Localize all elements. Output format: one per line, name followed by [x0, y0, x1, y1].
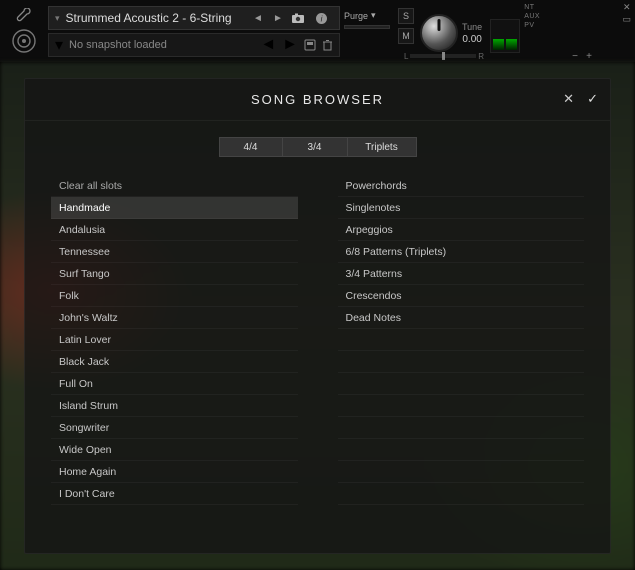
song-item[interactable]: Surf Tango — [51, 263, 298, 285]
chevron-down-icon: ▾ — [371, 10, 376, 21]
voice-minus-icon[interactable]: − — [569, 51, 581, 62]
pan-right-label: R — [478, 52, 484, 61]
instrument-name-row: ▾ Strummed Acoustic 2 - 6-String ◄ ► i — [48, 6, 340, 30]
snapshot-save-icon[interactable] — [304, 39, 316, 51]
song-item[interactable]: Wide Open — [51, 439, 298, 461]
pattern-item-empty — [338, 351, 585, 373]
pattern-item[interactable]: 3/4 Patterns — [338, 263, 585, 285]
filter-4-4[interactable]: 4/4 — [219, 137, 283, 157]
pattern-item[interactable]: Arpeggios — [338, 219, 585, 241]
song-item[interactable]: Andalusia — [51, 219, 298, 241]
memory-meter — [344, 25, 390, 29]
filter-3-4[interactable]: 3/4 — [283, 137, 347, 157]
panel-close-icon[interactable]: ✕ — [563, 91, 574, 107]
snapshot-next-icon[interactable]: ► — [282, 36, 298, 54]
pattern-item-empty — [338, 395, 585, 417]
pan-slider[interactable] — [410, 54, 476, 58]
pattern-item-empty — [338, 417, 585, 439]
pattern-item-empty — [338, 439, 585, 461]
song-item[interactable]: Black Jack — [51, 351, 298, 373]
song-item[interactable]: Full On — [51, 373, 298, 395]
pattern-item-empty — [338, 483, 585, 505]
song-item[interactable]: Folk — [51, 285, 298, 307]
purge-menu[interactable]: Purge ▾ — [344, 10, 376, 21]
song-item[interactable]: Songwriter — [51, 417, 298, 439]
panel-confirm-icon[interactable]: ✓ — [587, 91, 598, 107]
svg-text:i: i — [321, 14, 323, 23]
expand-icon[interactable]: ▾ — [55, 13, 60, 24]
prev-preset-icon[interactable]: ◄ — [251, 13, 265, 24]
pattern-list: PowerchordsSinglenotesArpeggios6/8 Patte… — [338, 175, 585, 543]
clear-all-slots[interactable]: Clear all slots — [51, 175, 298, 197]
snapshot-prev-icon[interactable]: ◄ — [260, 36, 276, 54]
instrument-name-panel: ▾ Strummed Acoustic 2 - 6-String ◄ ► i ▾… — [48, 0, 340, 62]
panel-header: SONG BROWSER ✕ ✓ — [25, 79, 610, 121]
snapshot-camera-icon[interactable] — [291, 13, 309, 24]
header-side-labels: NT AUX PV — [524, 0, 540, 62]
output-meter — [490, 19, 520, 53]
ni-logo-icon — [11, 28, 37, 54]
next-preset-icon[interactable]: ► — [271, 13, 285, 24]
filter-triplets[interactable]: Triplets — [347, 137, 417, 157]
purge-label: Purge — [344, 11, 368, 21]
tune-value: 0.00 — [462, 34, 482, 45]
side-label-pv[interactable]: PV — [524, 22, 540, 29]
song-item[interactable]: Handmade — [51, 197, 298, 219]
voice-stepper: − + — [569, 51, 595, 62]
header-left-icons — [0, 0, 48, 62]
pan-left-label: L — [404, 52, 408, 61]
side-label-nt[interactable]: NT — [524, 4, 540, 11]
tune-readout: Tune 0.00 — [462, 22, 482, 45]
instrument-header: ▾ Strummed Acoustic 2 - 6-String ◄ ► i ▾… — [0, 0, 635, 62]
snapshot-delete-icon[interactable] — [322, 39, 333, 51]
voice-plus-icon[interactable]: + — [583, 51, 595, 62]
snapshot-expand-icon[interactable]: ▾ — [55, 35, 63, 55]
window-controls: ✕ ▭ — [622, 2, 631, 25]
solo-button[interactable]: S — [398, 8, 414, 24]
panel-title: SONG BROWSER — [251, 92, 384, 107]
song-list: Clear all slotsHandmadeAndalusiaTennesse… — [51, 175, 298, 543]
song-browser-panel: SONG BROWSER ✕ ✓ 4/4 3/4 Triplets Clear … — [24, 78, 611, 554]
tune-label: Tune — [462, 22, 482, 32]
volume-knob[interactable] — [420, 14, 458, 52]
pattern-item[interactable]: 6/8 Patterns (Triplets) — [338, 241, 585, 263]
song-item[interactable]: I Don't Care — [51, 483, 298, 505]
song-item[interactable]: Tennessee — [51, 241, 298, 263]
pattern-item-empty — [338, 373, 585, 395]
song-item[interactable]: Home Again — [51, 461, 298, 483]
info-icon[interactable]: i — [315, 12, 333, 25]
browser-lists: Clear all slotsHandmadeAndalusiaTennesse… — [25, 175, 610, 553]
song-item[interactable]: Latin Lover — [51, 329, 298, 351]
snapshot-name: No snapshot loaded — [69, 39, 254, 51]
pattern-item-empty — [338, 329, 585, 351]
side-label-aux[interactable]: AUX — [524, 13, 540, 20]
pattern-item[interactable]: Singlenotes — [338, 197, 585, 219]
minimize-icon[interactable]: ▭ — [622, 14, 631, 25]
mute-button[interactable]: M — [398, 28, 414, 44]
pattern-item[interactable]: Crescendos — [338, 285, 585, 307]
snapshot-row: ▾ No snapshot loaded ◄ ► — [48, 33, 340, 57]
pattern-item-empty — [338, 461, 585, 483]
pattern-item[interactable]: Powerchords — [338, 175, 585, 197]
instrument-name: Strummed Acoustic 2 - 6-String — [66, 11, 245, 25]
pattern-item[interactable]: Dead Notes — [338, 307, 585, 329]
pan-control[interactable]: L R — [404, 50, 484, 62]
purge-area: Purge ▾ — [344, 0, 390, 62]
song-item[interactable]: John's Waltz — [51, 307, 298, 329]
time-signature-filters: 4/4 3/4 Triplets — [25, 121, 610, 175]
song-item[interactable]: Island Strum — [51, 395, 298, 417]
wrench-icon[interactable] — [15, 8, 33, 22]
close-icon[interactable]: ✕ — [623, 2, 631, 13]
